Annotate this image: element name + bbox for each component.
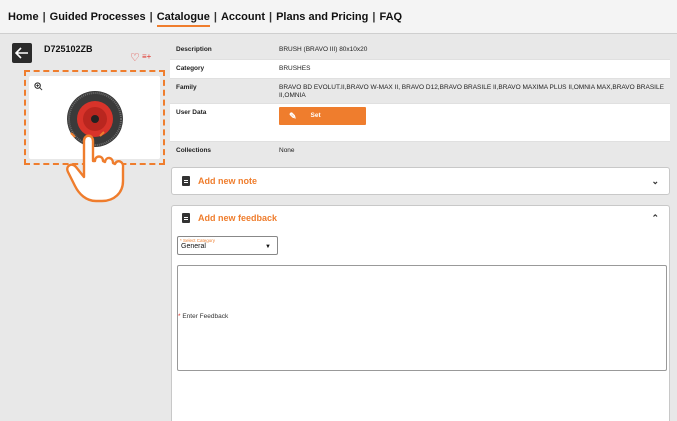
zoom-in-icon[interactable] — [34, 82, 43, 91]
description-label: Description — [176, 46, 212, 53]
top-navigation: Home | Guided Processes | Catalogue | Ac… — [0, 0, 677, 34]
details-row-description: Description BRUSH (BRAVO III) 80x10x20 — [170, 41, 670, 60]
add-feedback-panel: Add new feedback ⌃ * Select Category Gen… — [171, 205, 670, 421]
product-code: D725102ZB — [44, 44, 93, 54]
family-value: BRAVO BD EVOLUT.II,BRAVO W-MAX II, BRAVO… — [279, 84, 664, 99]
user-data-label: User Data — [176, 109, 207, 116]
nav-home[interactable]: Home — [4, 11, 43, 23]
set-user-data-button[interactable]: ✎ Set — [279, 107, 366, 125]
caret-down-icon: ▼ — [265, 244, 271, 250]
product-details-table: Description BRUSH (BRAVO III) 80x10x20 C… — [170, 41, 670, 164]
feedback-placeholder: Enter Feedback — [182, 313, 229, 320]
category-select[interactable]: * Select Category General ▼ — [177, 236, 278, 255]
feedback-textarea[interactable]: * Enter Feedback — [177, 265, 667, 371]
nav-faq[interactable]: FAQ — [375, 11, 406, 23]
note-icon — [182, 176, 190, 186]
set-button-label: Set — [310, 112, 321, 119]
details-row-user-data: User Data ✎ Set — [170, 104, 670, 142]
nav-account[interactable]: Account — [217, 11, 269, 23]
chevron-down-icon[interactable]: ⌄ — [651, 176, 659, 187]
select-category-value: General — [181, 243, 206, 250]
add-note-panel: Add new note ⌄ — [171, 167, 670, 195]
nav-guided-processes[interactable]: Guided Processes — [46, 11, 150, 23]
pointing-hand-icon — [66, 131, 125, 203]
chevron-up-icon[interactable]: ⌃ — [651, 213, 659, 224]
pencil-icon: ✎ — [289, 111, 297, 121]
add-note-header[interactable]: Add new note ⌄ — [172, 168, 669, 194]
collections-value: None — [279, 147, 295, 154]
category-label: Category — [176, 65, 205, 72]
description-value: BRUSH (BRAVO III) 80x10x20 — [279, 46, 368, 53]
back-button[interactable] — [12, 43, 32, 63]
details-row-category: Category BRUSHES — [170, 60, 670, 79]
details-row-family: Family BRAVO BD EVOLUT.II,BRAVO W-MAX II… — [170, 79, 670, 104]
collections-label: Collections — [176, 147, 212, 154]
playlist-add-icon[interactable]: ≡+ — [142, 52, 151, 61]
heart-icon[interactable]: ♡ — [130, 51, 140, 64]
add-note-title: Add new note — [198, 176, 257, 186]
details-row-collections: Collections None — [170, 142, 670, 164]
family-label: Family — [176, 84, 197, 91]
required-mark: * — [178, 313, 181, 320]
nav-catalogue[interactable]: Catalogue — [153, 11, 214, 27]
add-feedback-title: Add new feedback — [198, 213, 278, 223]
nav-plans-and-pricing[interactable]: Plans and Pricing — [272, 11, 372, 23]
category-value: BRUSHES — [279, 65, 311, 72]
add-feedback-header[interactable]: Add new feedback ⌃ — [172, 206, 669, 230]
arrow-left-icon — [15, 47, 28, 59]
note-icon — [182, 213, 190, 223]
